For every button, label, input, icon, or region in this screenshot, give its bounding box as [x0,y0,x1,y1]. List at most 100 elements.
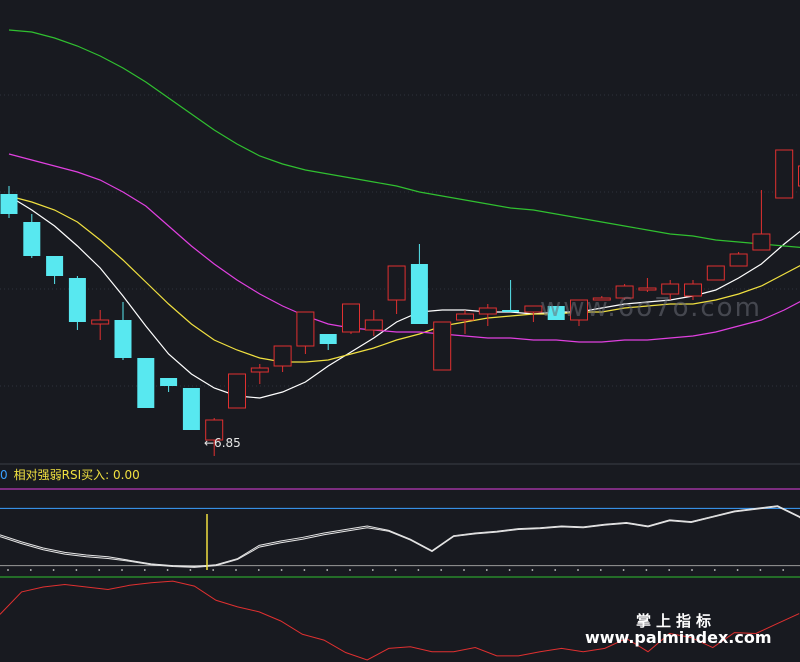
tick-dot [668,569,671,571]
tick-dot [349,569,351,571]
candle-body [250,367,269,373]
candle-body [478,307,497,315]
candle-body [23,222,41,256]
candle-body [729,253,748,267]
tick-dot [143,569,146,571]
candle [433,321,452,371]
indicator-prefix: 0 [0,468,8,482]
candle [182,388,200,430]
candle-body [775,149,794,199]
tick-dot [212,569,215,571]
tick-dot [52,569,55,571]
tick-dot [7,569,9,571]
candle [23,214,41,258]
candle [502,280,520,312]
candle-body [364,319,383,331]
candle [410,244,428,324]
tick-dot [303,569,306,571]
candle [46,256,64,284]
candle-body [638,287,657,291]
low-price-annotation: ←6.85 [204,436,241,450]
tick-dot [394,569,397,571]
indicator-lines [0,505,800,570]
candle-body [182,388,200,430]
candle-body [228,373,246,409]
candle-body [410,264,428,324]
tick-dot [75,569,78,571]
candle-body [273,345,292,367]
candle-body [387,265,406,301]
tick-dot [371,569,374,571]
candle [91,310,110,340]
tick-dot [691,569,693,571]
candle [137,358,155,408]
candlesticks [0,149,800,456]
candle-body [160,378,178,386]
candle [638,278,657,292]
tick-dot [782,569,785,571]
candle-body [706,265,725,281]
brand-url: www.palmindex.com [585,628,772,647]
tick-dot [508,569,511,571]
tick-dot [599,569,602,571]
candle [387,265,406,314]
tick-dot [280,569,283,571]
candle [228,373,246,409]
candle [250,364,269,384]
candle [114,302,132,360]
indicator-value: 0.00 [113,468,140,482]
candle [706,265,725,281]
candle-body [46,256,64,276]
tick-dot [577,569,579,571]
tick-dot [326,569,329,571]
indicator-name: 相对强弱RSI买入: [13,468,113,482]
ma-line-4 [8,29,800,248]
stock-chart [0,29,800,661]
candle [456,310,474,334]
candle [775,149,794,199]
watermark: www.6o7o.com [540,293,762,323]
candle-body [456,313,474,321]
tick-dot [713,569,716,571]
chart-stage: www.6o7o.com ←6.85 0 相对强弱RSI买入: 0.00 掌上指标… [0,0,800,662]
tick-dot [189,569,192,571]
candle-body [0,194,18,214]
indicator-title: 0 相对强弱RSI买入: 0.00 [0,466,140,483]
candle [319,334,337,350]
tick-dot [29,569,32,571]
indicator-reference-lines [0,488,800,567]
tick-dot [736,569,739,571]
candle [729,252,748,267]
candle-body [137,358,155,408]
tick-dot [257,569,260,571]
tick-dot [440,569,443,571]
tick-dot [98,569,101,571]
candle-body [502,310,520,312]
tick-dot [121,569,123,571]
tick-dot [645,569,648,571]
candle-body [433,321,452,371]
candle-body [68,278,86,322]
tick-dot [463,569,465,571]
candle [68,276,86,330]
candle [342,303,360,334]
candle [478,304,497,326]
tick-dot [554,569,557,571]
tick-dot [759,569,762,571]
tick-dot [531,569,534,571]
candle-body [319,334,337,344]
candle [364,310,383,336]
candle-body [752,233,771,251]
tick-dot [485,569,488,571]
candle [0,186,18,218]
candle-body [342,303,360,333]
candle [273,345,292,372]
tick-dot [235,569,237,571]
candle-body [296,311,315,347]
candle-body [114,320,132,358]
candle [296,311,315,354]
tick-dot [622,569,625,571]
tick-dot [166,569,169,571]
tick-dot [417,569,420,571]
candle-body [91,319,110,325]
